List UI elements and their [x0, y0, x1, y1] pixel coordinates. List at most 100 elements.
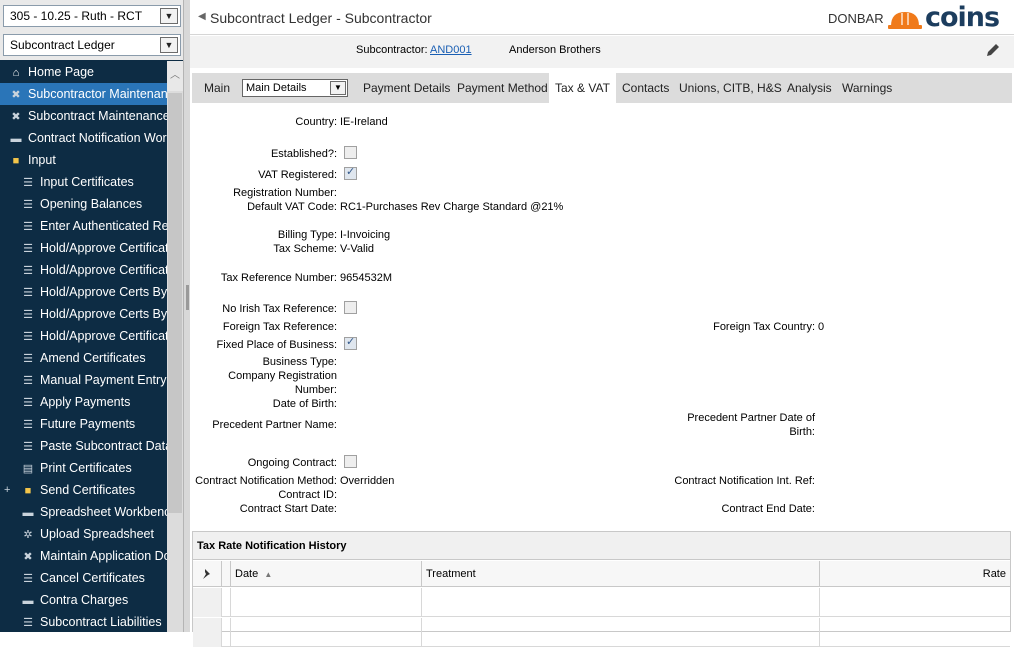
scroll-up-icon[interactable]: ︿	[167, 61, 183, 91]
sidebar-item-label: Subcontractor Maintenance	[28, 87, 167, 101]
tab-main[interactable]: Main	[204, 73, 230, 103]
contract-id-label: Contract ID:	[278, 489, 337, 501]
chevron-down-icon[interactable]: ▼	[330, 81, 346, 95]
expand-icon[interactable]: +	[4, 479, 10, 501]
user-name: DONBAR	[828, 11, 884, 26]
sidebar-item[interactable]: + ■ Send Certificates	[0, 479, 167, 501]
sidebar-item[interactable]: ☰ Opening Balances	[0, 193, 167, 215]
sidebar-item-label: Enter Authenticated Returns	[40, 219, 167, 233]
contract-notification-method-label: Contract Notification Method:	[195, 475, 337, 487]
sidebar-item[interactable]: ⌂ Home Page	[0, 61, 167, 83]
sidebar-item[interactable]: ☰ Manual Payment Entry	[0, 369, 167, 391]
details-select[interactable]: Main Details ▼	[242, 79, 348, 97]
sidebar-item-label: Input Certificates	[40, 175, 134, 189]
sidebar-item[interactable]: ☰ Hold/Approve Certs By	[0, 281, 167, 303]
sidebar-scrollbar[interactable]: ︿	[167, 61, 183, 632]
list-icon: ☰	[23, 309, 33, 321]
sidebar-item-label: Cancel Certificates	[40, 571, 145, 585]
folder-icon: ■	[12, 155, 20, 167]
list-icon: ☰	[23, 617, 33, 629]
vat-registered-checkbox[interactable]	[344, 165, 357, 180]
column-rate[interactable]: Rate	[820, 561, 1010, 587]
subcontractor-code-link[interactable]: AND001	[430, 44, 472, 56]
sidebar-item[interactable]: ☰ Hold/Approve Certificates	[0, 259, 167, 281]
sidebar-item[interactable]: ☰ Future Payments	[0, 413, 167, 435]
sidebar-item[interactable]: ▬ Spreadsheet Workbench	[0, 501, 168, 523]
sidebar-item[interactable]: ▬ Contract Notification Workbench	[0, 127, 168, 149]
details-select-value: Main Details	[246, 82, 307, 94]
precedent-partner-dob-label-2: Birth:	[789, 426, 815, 438]
sidebar-item-label: Upload Spreadsheet	[40, 527, 154, 541]
row-selector[interactable]	[193, 618, 222, 647]
chevron-down-icon[interactable]: ▼	[160, 8, 178, 24]
tab-warnings[interactable]: Warnings	[842, 73, 892, 103]
chevron-down-icon[interactable]: ▼	[160, 37, 178, 53]
column-treatment[interactable]: Treatment	[422, 561, 820, 587]
business-type-label: Business Type:	[262, 356, 337, 368]
date-of-birth-label: Date of Birth:	[272, 398, 337, 410]
sidebar-item[interactable]: ☰ Apply Payments	[0, 391, 167, 413]
sidebar-item[interactable]: ▤ Print Certificates	[0, 457, 167, 479]
tab-payment-method[interactable]: Payment Method	[457, 73, 548, 103]
tab-payment-details[interactable]: Payment Details	[363, 73, 450, 103]
grid-cell	[231, 618, 422, 647]
sidebar-item[interactable]: ☰ Enter Authenticated Returns	[0, 215, 167, 237]
tab-analysis[interactable]: Analysis	[787, 73, 832, 103]
country-label: Country:	[295, 116, 337, 128]
table-row[interactable]	[193, 618, 1010, 647]
tab-unions[interactable]: Unions, CITB, H&S	[679, 73, 782, 103]
sidebar-item[interactable]: ✖ Subcontract Maintenance	[0, 105, 167, 127]
tab-contacts[interactable]: Contacts	[622, 73, 669, 103]
default-vat-code-value: RC1-Purchases Rev Charge Standard @21%	[340, 201, 564, 213]
sidebar-item[interactable]: ☰ Amend Certificates	[0, 347, 167, 369]
main-panel: ◀ Subcontract Ledger - Subcontractor DON…	[190, 0, 1014, 647]
established-checkbox[interactable]	[344, 146, 357, 159]
foreign-tax-country-value: 0	[818, 321, 825, 333]
scrollbar-thumb[interactable]	[168, 93, 182, 513]
billing-type-value: I-Invoicing	[340, 229, 391, 241]
module-select-value: Subcontract Ledger	[10, 38, 115, 52]
panel-splitter[interactable]	[183, 0, 190, 632]
sidebar-item[interactable]: ☰ Hold/Approve Certificates	[0, 325, 167, 347]
sidebar-item[interactable]: ☰ Hold/Approve Certs By	[0, 303, 167, 325]
sidebar-item[interactable]: ☰ Subcontract Liabilities	[0, 611, 167, 632]
subcontractor-name: Anderson Brothers	[509, 44, 601, 56]
back-icon[interactable]: ◀	[198, 11, 206, 22]
sidebar-item[interactable]: ▬ Contra Charges	[0, 589, 167, 611]
company-select[interactable]: 305 - 10.25 - Ruth - RCT ▼	[3, 5, 181, 27]
table-row[interactable]	[193, 588, 1010, 617]
sidebar-item[interactable]: ✲ Upload Spreadsheet	[0, 523, 167, 545]
fixed-place-checkbox[interactable]	[344, 335, 357, 350]
list-icon: ☰	[23, 265, 33, 277]
tab-tax-vat[interactable]: Tax & VAT	[549, 73, 616, 103]
column-date[interactable]: Date ▲	[231, 561, 422, 587]
ongoing-contract-checkbox[interactable]	[344, 455, 357, 468]
row-selector[interactable]	[193, 588, 222, 617]
no-irish-tax-ref-checkbox[interactable]	[344, 301, 357, 314]
ongoing-contract-label: Ongoing Contract:	[247, 457, 337, 469]
contract-start-date-label: Contract Start Date:	[239, 503, 337, 515]
sidebar-item[interactable]: ✖ Subcontractor Maintenance	[0, 83, 167, 105]
sidebar-item[interactable]: ☰ Paste Subcontract Data	[0, 435, 167, 457]
splitter-grip[interactable]	[186, 285, 189, 310]
column-date-label: Date	[235, 568, 259, 580]
sidebar-item[interactable]: ✖ Maintain Application Documents	[0, 545, 167, 567]
sidebar-item-label: Hold/Approve Certificates	[40, 241, 167, 255]
tax-reference-label: Tax Reference Number:	[220, 272, 337, 284]
sidebar-item[interactable]: ☰ Input Certificates	[0, 171, 167, 193]
tax-scheme-value: V-Valid	[340, 243, 375, 255]
sidebar-item-label: Print Certificates	[40, 461, 132, 475]
sidebar-item-label: Maintain Application Documents	[40, 549, 167, 563]
module-select[interactable]: Subcontract Ledger ▼	[3, 34, 181, 56]
pencil-icon[interactable]	[985, 42, 1001, 58]
pin-icon[interactable]	[193, 561, 222, 587]
sidebar-item-label: Apply Payments	[40, 395, 131, 409]
list-icon: ☰	[23, 573, 33, 585]
subcontractor-label: Subcontractor:	[356, 44, 428, 56]
sidebar-item-label: Contra Charges	[40, 593, 129, 607]
company-select-value: 305 - 10.25 - Ruth - RCT	[10, 9, 143, 23]
sidebar-item[interactable]: ☰ Cancel Certificates	[0, 567, 167, 589]
sidebar-item[interactable]: ■ Input	[0, 149, 167, 171]
sidebar-item-label: Contract Notification Workbench	[28, 131, 167, 145]
sidebar-item[interactable]: ☰ Hold/Approve Certificates	[0, 237, 167, 259]
